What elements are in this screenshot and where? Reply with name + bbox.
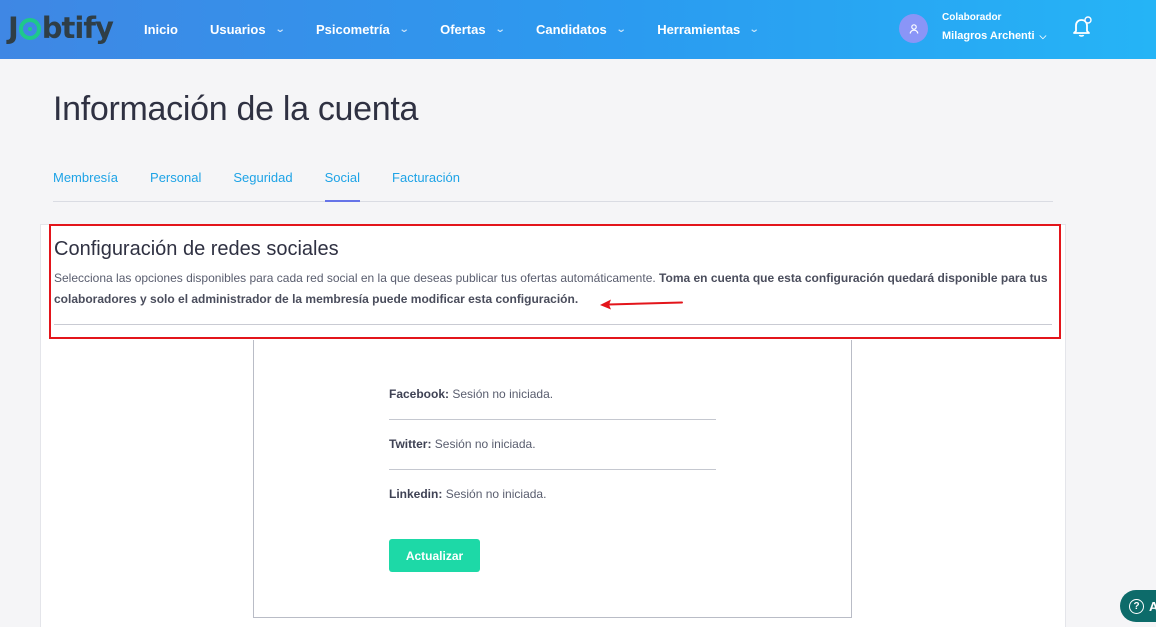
chevron-down-icon: ⌄ <box>749 24 760 35</box>
help-button[interactable]: ? A <box>1120 590 1156 622</box>
chevron-down-icon: ⌄ <box>494 24 506 35</box>
twitter-status: Twitter: Sesión no iniciada. <box>389 437 536 451</box>
page-title: Información de la cuenta <box>53 90 419 128</box>
social-networks-panel <box>253 340 852 618</box>
nav-item-herramientas[interactable]: Herramientas ⌄ <box>657 22 760 37</box>
avatar <box>899 14 928 43</box>
annotation-arrow-icon <box>600 299 683 310</box>
bell-icon[interactable] <box>1072 16 1092 38</box>
tab-seguridad[interactable]: Seguridad <box>233 165 292 202</box>
account-tabs: Membresía Personal Seguridad Social Fact… <box>53 165 1053 202</box>
jobtify-logo[interactable]: Jbtify <box>8 8 114 48</box>
nav-item-psicometria[interactable]: Psicometría ⌄ <box>316 22 410 37</box>
divider <box>389 419 716 420</box>
nav-item-usuarios[interactable]: Usuarios ⌄ <box>210 22 286 37</box>
question-icon: ? <box>1129 598 1144 614</box>
tab-personal[interactable]: Personal <box>150 165 201 202</box>
tab-social[interactable]: Social <box>324 165 361 202</box>
nav-item-ofertas[interactable]: Ofertas ⌄ <box>440 22 506 37</box>
update-button[interactable]: Actualizar <box>389 539 480 572</box>
user-icon <box>909 23 918 34</box>
tab-membresia[interactable]: Membresía <box>53 165 118 202</box>
user-role: Colaborador <box>942 12 1002 23</box>
chevron-down-icon: ⌄ <box>274 24 286 35</box>
chevron-down-icon: ⌄ <box>398 24 410 35</box>
chevron-down-icon: ⌄ <box>615 24 627 35</box>
main-nav: Inicio Usuarios ⌄ Psicometría ⌄ Ofertas ⌄ C… <box>144 0 791 59</box>
chevron-down-icon: ⌵ <box>1039 31 1047 41</box>
nav-item-inicio[interactable]: Inicio <box>144 22 178 37</box>
top-navbar: Jbtify Inicio Usuarios ⌄ Psicometría ⌄ Ofe… <box>0 0 1156 59</box>
facebook-status: Facebook: Sesión no iniciada. <box>389 387 554 401</box>
tab-facturacion[interactable]: Facturación <box>392 165 460 202</box>
user-menu[interactable]: Colaborador Milagros Archenti ⌵ <box>899 12 1046 45</box>
nav-item-candidatos[interactable]: Candidatos ⌄ <box>536 22 627 37</box>
divider <box>389 469 716 470</box>
annotation-highlight-box <box>49 224 1061 339</box>
user-name: Milagros Archenti <box>942 30 1035 42</box>
linkedin-status: Linkedin: Sesión no iniciada. <box>389 487 547 501</box>
